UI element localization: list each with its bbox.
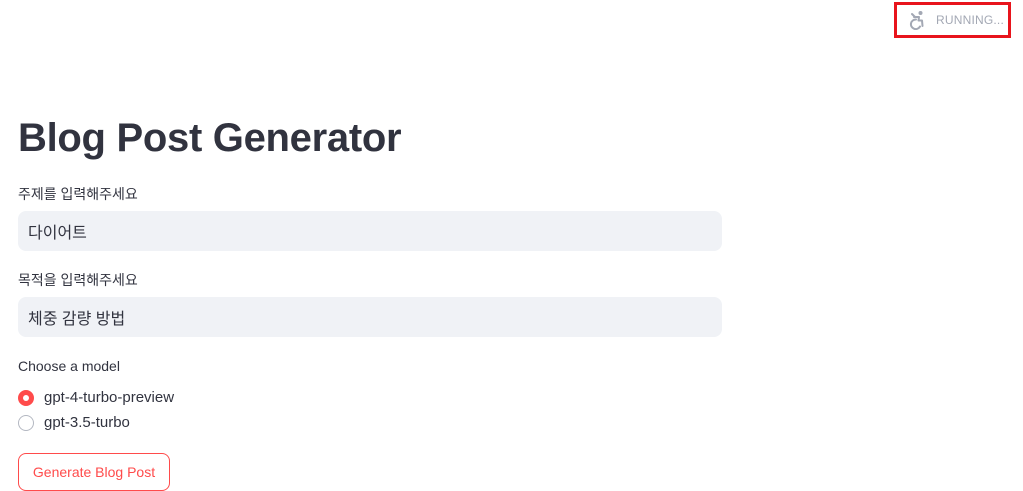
purpose-input-value: 체중 감량 방법 [28, 311, 126, 328]
radio-unselected-icon[interactable] [18, 414, 34, 431]
purpose-input[interactable]: 체중 감량 방법 [18, 297, 722, 337]
topic-input[interactable]: 다이어트 [18, 211, 722, 251]
running-status-text: RUNNING... [936, 13, 1004, 27]
accessibility-running-icon [908, 10, 928, 30]
main-content: Blog Post Generator 주제를 입력해주세요 다이어트 목적을 … [18, 112, 722, 491]
model-radio-group: gpt-4-turbo-preview gpt-3.5-turbo [18, 385, 722, 435]
generate-blog-post-button[interactable]: Generate Blog Post [18, 453, 170, 491]
topic-label: 주제를 입력해주세요 [18, 186, 138, 202]
model-option-label: gpt-4-turbo-preview [44, 389, 175, 406]
radio-selected-icon[interactable] [18, 389, 34, 406]
model-select-label: Choose a model [18, 358, 120, 374]
model-option-gpt-4-turbo-preview[interactable]: gpt-4-turbo-preview [18, 385, 722, 410]
topic-input-value: 다이어트 [28, 225, 87, 242]
purpose-label: 목적을 입력해주세요 [18, 272, 138, 288]
model-option-gpt-3-5-turbo[interactable]: gpt-3.5-turbo [18, 410, 722, 435]
page-title: Blog Post Generator [18, 116, 402, 160]
running-status-indicator: RUNNING... [894, 2, 1011, 38]
model-option-label: gpt-3.5-turbo [44, 414, 130, 431]
